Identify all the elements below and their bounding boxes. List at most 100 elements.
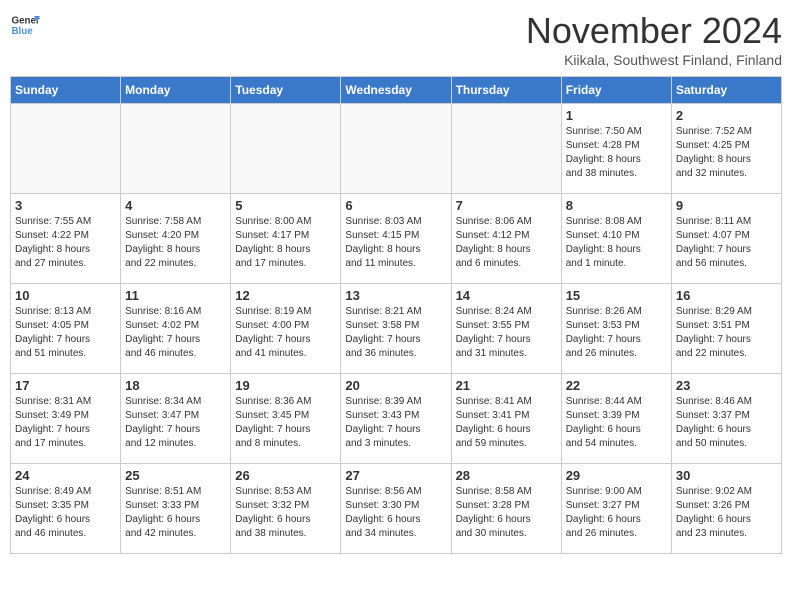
empty-cell bbox=[341, 104, 451, 194]
day-number: 29 bbox=[566, 468, 667, 483]
empty-cell bbox=[11, 104, 121, 194]
day-info: Sunrise: 8:53 AM Sunset: 3:32 PM Dayligh… bbox=[235, 485, 336, 541]
week-row-1: 1 Sunrise: 7:50 AM Sunset: 4:28 PM Daylig… bbox=[11, 104, 782, 194]
day-info: Sunrise: 8:31 AM Sunset: 3:49 PM Dayligh… bbox=[15, 395, 116, 451]
empty-cell bbox=[451, 104, 561, 194]
day-number: 4 bbox=[125, 198, 226, 213]
day-info: Sunrise: 7:50 AM Sunset: 4:28 PM Dayligh… bbox=[566, 125, 667, 181]
day-info: Sunrise: 8:13 AM Sunset: 4:05 PM Dayligh… bbox=[15, 305, 116, 361]
day-number: 21 bbox=[456, 378, 557, 393]
day-cell-4: 4 Sunrise: 7:58 AM Sunset: 4:20 PM Daylig… bbox=[121, 194, 231, 284]
day-info: Sunrise: 8:39 AM Sunset: 3:43 PM Dayligh… bbox=[345, 395, 446, 451]
logo: General Blue bbox=[10, 10, 40, 40]
day-number: 8 bbox=[566, 198, 667, 213]
day-info: Sunrise: 8:11 AM Sunset: 4:07 PM Dayligh… bbox=[676, 215, 777, 271]
day-cell-1: 1 Sunrise: 7:50 AM Sunset: 4:28 PM Daylig… bbox=[561, 104, 671, 194]
day-info: Sunrise: 9:00 AM Sunset: 3:27 PM Dayligh… bbox=[566, 485, 667, 541]
svg-text:Blue: Blue bbox=[12, 26, 34, 37]
day-cell-20: 20 Sunrise: 8:39 AM Sunset: 3:43 PM Dayli… bbox=[341, 374, 451, 464]
day-number: 13 bbox=[345, 288, 446, 303]
day-info: Sunrise: 9:02 AM Sunset: 3:26 PM Dayligh… bbox=[676, 485, 777, 541]
day-number: 2 bbox=[676, 108, 777, 123]
day-cell-3: 3 Sunrise: 7:55 AM Sunset: 4:22 PM Daylig… bbox=[11, 194, 121, 284]
day-number: 5 bbox=[235, 198, 336, 213]
day-cell-23: 23 Sunrise: 8:46 AM Sunset: 3:37 PM Dayli… bbox=[671, 374, 781, 464]
day-cell-22: 22Sunrise: 8:44 AM Sunset: 3:39 PM Dayli… bbox=[561, 374, 671, 464]
day-info: Sunrise: 8:56 AM Sunset: 3:30 PM Dayligh… bbox=[345, 485, 446, 541]
empty-cell bbox=[121, 104, 231, 194]
day-number: 10 bbox=[15, 288, 116, 303]
day-number: 16 bbox=[676, 288, 777, 303]
day-info: Sunrise: 8:00 AM Sunset: 4:17 PM Dayligh… bbox=[235, 215, 336, 271]
day-info: Sunrise: 8:16 AM Sunset: 4:02 PM Dayligh… bbox=[125, 305, 226, 361]
calendar-body: 1 Sunrise: 7:50 AM Sunset: 4:28 PM Daylig… bbox=[11, 104, 782, 554]
day-cell-21: 21 Sunrise: 8:41 AM Sunset: 3:41 PM Dayli… bbox=[451, 374, 561, 464]
weekday-header-friday: Friday bbox=[561, 77, 671, 104]
day-info: Sunrise: 7:55 AM Sunset: 4:22 PM Dayligh… bbox=[15, 215, 116, 271]
day-number: 7 bbox=[456, 198, 557, 213]
weekday-header-tuesday: Tuesday bbox=[231, 77, 341, 104]
week-row-4: 17 Sunrise: 8:31 AM Sunset: 3:49 PM Dayli… bbox=[11, 374, 782, 464]
day-info: Sunrise: 8:36 AM Sunset: 3:45 PM Dayligh… bbox=[235, 395, 336, 451]
day-cell-15: 15 Sunrise: 8:26 AM Sunset: 3:53 PM Dayli… bbox=[561, 284, 671, 374]
day-cell-28: 28Sunrise: 8:58 AM Sunset: 3:28 PM Dayli… bbox=[451, 464, 561, 554]
day-info: Sunrise: 8:19 AM Sunset: 4:00 PM Dayligh… bbox=[235, 305, 336, 361]
day-cell-24: 24Sunrise: 8:49 AM Sunset: 3:35 PM Dayli… bbox=[11, 464, 121, 554]
day-number: 9 bbox=[676, 198, 777, 213]
day-info: Sunrise: 8:24 AM Sunset: 3:55 PM Dayligh… bbox=[456, 305, 557, 361]
day-info: Sunrise: 8:41 AM Sunset: 3:41 PM Dayligh… bbox=[456, 395, 557, 451]
day-cell-19: 19 Sunrise: 8:36 AM Sunset: 3:45 PM Dayli… bbox=[231, 374, 341, 464]
day-cell-8: 8Sunrise: 8:08 AM Sunset: 4:10 PM Daylig… bbox=[561, 194, 671, 284]
day-info: Sunrise: 7:52 AM Sunset: 4:25 PM Dayligh… bbox=[676, 125, 777, 181]
day-number: 23 bbox=[676, 378, 777, 393]
day-cell-14: 14 Sunrise: 8:24 AM Sunset: 3:55 PM Dayli… bbox=[451, 284, 561, 374]
day-cell-10: 10 Sunrise: 8:13 AM Sunset: 4:05 PM Dayli… bbox=[11, 284, 121, 374]
day-cell-26: 26 Sunrise: 8:53 AM Sunset: 3:32 PM Dayli… bbox=[231, 464, 341, 554]
weekday-header-thursday: Thursday bbox=[451, 77, 561, 104]
logo-icon: General Blue bbox=[10, 10, 40, 40]
day-cell-5: 5 Sunrise: 8:00 AM Sunset: 4:17 PM Daylig… bbox=[231, 194, 341, 284]
day-number: 24 bbox=[15, 468, 116, 483]
day-cell-11: 11 Sunrise: 8:16 AM Sunset: 4:02 PM Dayli… bbox=[121, 284, 231, 374]
day-info: Sunrise: 8:34 AM Sunset: 3:47 PM Dayligh… bbox=[125, 395, 226, 451]
day-number: 14 bbox=[456, 288, 557, 303]
day-cell-2: 2 Sunrise: 7:52 AM Sunset: 4:25 PM Daylig… bbox=[671, 104, 781, 194]
day-number: 26 bbox=[235, 468, 336, 483]
weekday-header-sunday: Sunday bbox=[11, 77, 121, 104]
day-number: 12 bbox=[235, 288, 336, 303]
day-info: Sunrise: 8:46 AM Sunset: 3:37 PM Dayligh… bbox=[676, 395, 777, 451]
day-info: Sunrise: 7:58 AM Sunset: 4:20 PM Dayligh… bbox=[125, 215, 226, 271]
day-number: 18 bbox=[125, 378, 226, 393]
week-row-3: 10 Sunrise: 8:13 AM Sunset: 4:05 PM Dayli… bbox=[11, 284, 782, 374]
day-info: Sunrise: 8:58 AM Sunset: 3:28 PM Dayligh… bbox=[456, 485, 557, 541]
day-number: 15 bbox=[566, 288, 667, 303]
day-cell-6: 6Sunrise: 8:03 AM Sunset: 4:15 PM Daylig… bbox=[341, 194, 451, 284]
day-cell-18: 18 Sunrise: 8:34 AM Sunset: 3:47 PM Dayli… bbox=[121, 374, 231, 464]
day-number: 19 bbox=[235, 378, 336, 393]
empty-cell bbox=[231, 104, 341, 194]
day-cell-17: 17 Sunrise: 8:31 AM Sunset: 3:49 PM Dayli… bbox=[11, 374, 121, 464]
day-cell-7: 7 Sunrise: 8:06 AM Sunset: 4:12 PM Daylig… bbox=[451, 194, 561, 284]
day-cell-25: 25Sunrise: 8:51 AM Sunset: 3:33 PM Dayli… bbox=[121, 464, 231, 554]
day-cell-30: 30 Sunrise: 9:02 AM Sunset: 3:26 PM Dayli… bbox=[671, 464, 781, 554]
day-number: 27 bbox=[345, 468, 446, 483]
day-number: 11 bbox=[125, 288, 226, 303]
weekday-header-row: SundayMondayTuesdayWednesdayThursdayFrid… bbox=[11, 77, 782, 104]
day-info: Sunrise: 8:26 AM Sunset: 3:53 PM Dayligh… bbox=[566, 305, 667, 361]
weekday-header-saturday: Saturday bbox=[671, 77, 781, 104]
day-info: Sunrise: 8:06 AM Sunset: 4:12 PM Dayligh… bbox=[456, 215, 557, 271]
day-info: Sunrise: 8:03 AM Sunset: 4:15 PM Dayligh… bbox=[345, 215, 446, 271]
day-info: Sunrise: 8:51 AM Sunset: 3:33 PM Dayligh… bbox=[125, 485, 226, 541]
title-area: November 2024 Kiikala, Southwest Finland… bbox=[526, 10, 782, 68]
week-row-5: 24Sunrise: 8:49 AM Sunset: 3:35 PM Dayli… bbox=[11, 464, 782, 554]
day-cell-16: 16 Sunrise: 8:29 AM Sunset: 3:51 PM Dayli… bbox=[671, 284, 781, 374]
day-info: Sunrise: 8:29 AM Sunset: 3:51 PM Dayligh… bbox=[676, 305, 777, 361]
day-number: 1 bbox=[566, 108, 667, 123]
day-number: 22 bbox=[566, 378, 667, 393]
day-cell-9: 9 Sunrise: 8:11 AM Sunset: 4:07 PM Daylig… bbox=[671, 194, 781, 284]
day-number: 17 bbox=[15, 378, 116, 393]
day-number: 20 bbox=[345, 378, 446, 393]
header: General Blue November 2024 Kiikala, Sout… bbox=[10, 10, 782, 68]
day-number: 30 bbox=[676, 468, 777, 483]
day-number: 3 bbox=[15, 198, 116, 213]
